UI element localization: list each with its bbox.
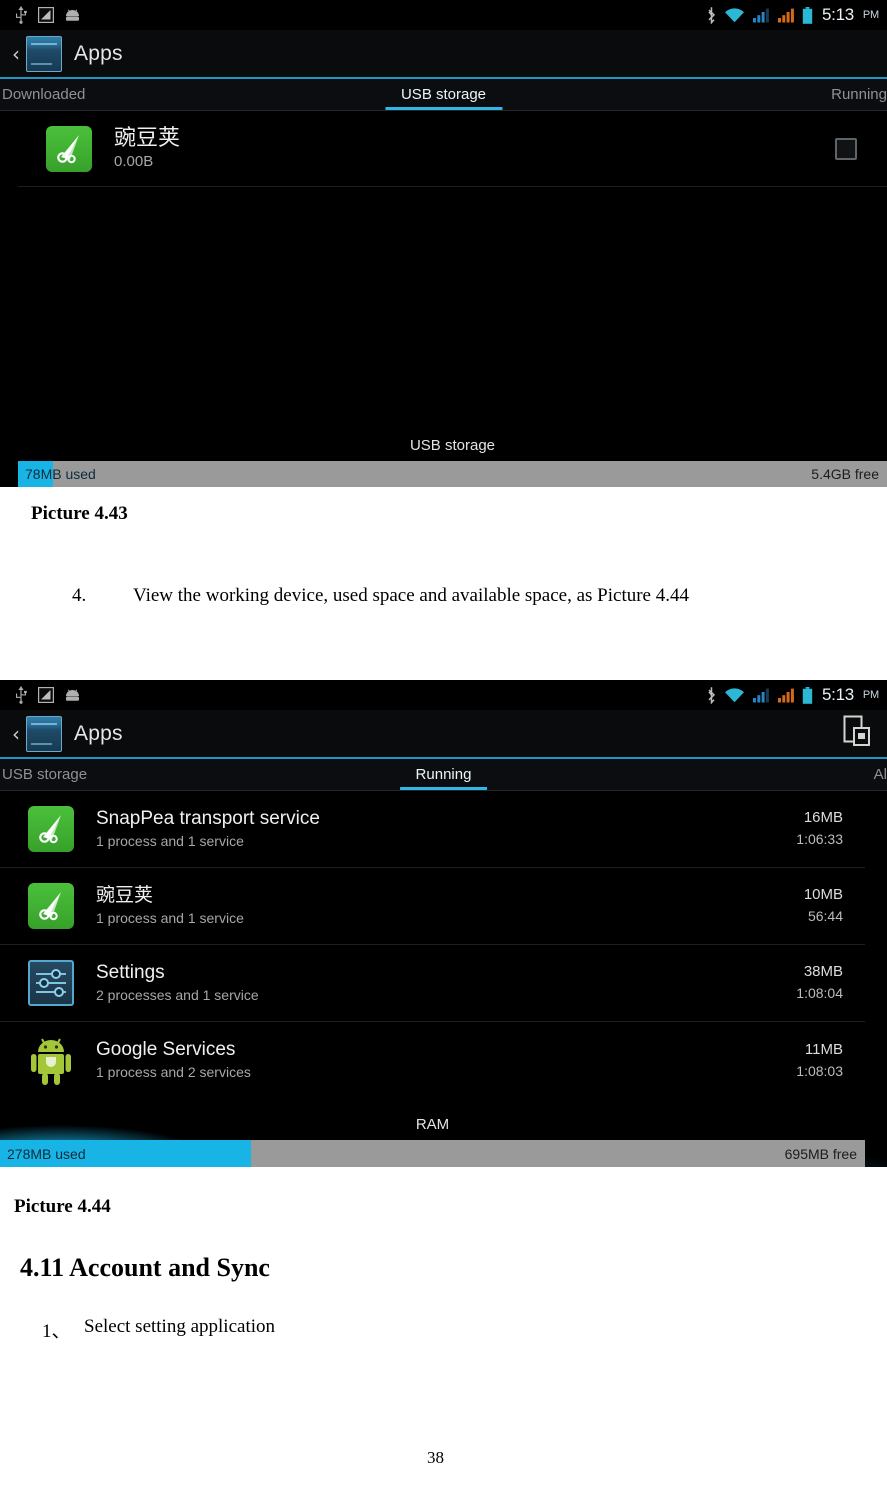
list-item[interactable]: SnapPea transport service 1 process and …	[0, 791, 865, 868]
list-item-title: Google Services	[96, 1039, 236, 1061]
list-item-runtime: 1:08:03	[796, 1062, 843, 1079]
back-icon[interactable]: ‹	[6, 44, 26, 64]
android-icon	[28, 1035, 74, 1087]
tab-all[interactable]: Al	[874, 759, 887, 790]
tab-downloaded[interactable]: Downloaded	[2, 79, 85, 110]
bluetooth-icon	[708, 687, 716, 704]
tab-bar: USB storage Running Al	[0, 759, 887, 791]
step-4-text: View the working device, used space and …	[133, 585, 689, 606]
running-list: SnapPea transport service 1 process and …	[0, 791, 865, 1099]
list-item-runtime: 1:06:33	[796, 831, 843, 848]
snappea-icon	[28, 806, 74, 852]
screenshot-icon	[38, 7, 54, 23]
figure1-caption: Picture 4.43	[31, 503, 128, 524]
section-item-1-number: 1、	[42, 1321, 71, 1342]
status-bar-right-icons: 5:13 PM	[706, 5, 887, 25]
list-item-title: 豌豆荚	[96, 884, 154, 906]
status-bar-clock: 5:13	[822, 685, 854, 704]
step-4-number: 4.	[72, 585, 87, 606]
list-item-memory: 38MB	[803, 963, 843, 981]
signal-icon-2	[778, 688, 794, 703]
snappea-icon	[46, 125, 92, 172]
wifi-icon	[725, 688, 744, 703]
ram-meter-bar: 278MB used 695MB free	[0, 1140, 865, 1167]
ram-meter-label: RAM	[415, 1116, 450, 1133]
tab-running[interactable]: Running	[831, 79, 887, 110]
list-item-memory: 11MB	[804, 1040, 843, 1058]
list-item-checkbox[interactable]	[835, 137, 857, 160]
show-cached-processes-icon[interactable]	[841, 715, 871, 752]
list-item-subtitle: 2 processes and 1 service	[96, 986, 259, 1003]
list-item-runtime: 1:08:04	[796, 985, 843, 1002]
android-icon	[66, 689, 79, 701]
battery-icon	[802, 6, 813, 24]
list-item[interactable]: 豌豆荚 1 process and 1 service 10MB 56:44	[0, 868, 865, 945]
list-item-title: Settings	[96, 961, 165, 983]
ram-meter-used-label: 278MB used	[7, 1145, 86, 1162]
ram-meter-free-label: 695MB free	[784, 1145, 857, 1162]
app-list: 豌豆荚 0.00B	[18, 111, 887, 187]
action-bar: ‹ Apps	[0, 30, 887, 79]
storage-meter-used-label: 78MB used	[25, 466, 96, 482]
list-item-subtitle: 1 process and 1 service	[96, 909, 244, 926]
status-bar: 5:13 PM	[0, 0, 887, 30]
back-icon[interactable]: ‹	[6, 724, 26, 744]
tab-usb-storage[interactable]: USB storage	[384, 79, 503, 110]
storage-meter-label: USB storage	[409, 437, 496, 454]
list-item[interactable]: Google Services 1 process and 2 services…	[0, 1022, 865, 1099]
usb-icon	[16, 6, 27, 24]
list-item-subtitle: 1 process and 2 services	[96, 1064, 251, 1081]
android-icon	[66, 9, 79, 21]
battery-icon	[802, 686, 813, 704]
snappea-icon	[28, 883, 74, 929]
list-item[interactable]: Settings 2 processes and 1 service 38MB …	[0, 945, 865, 1022]
screenshot-running-apps: 5:13 PM ‹ Apps USB storage Running Al Sn…	[0, 680, 887, 1167]
list-item-memory: 10MB	[803, 886, 843, 904]
settings-icon	[28, 960, 74, 1006]
list-item-subtitle: 0.00B	[114, 153, 154, 171]
list-item-memory: 16MB	[803, 809, 843, 827]
status-bar-ampm: PM	[862, 9, 879, 21]
status-bar-ampm: PM	[862, 689, 879, 701]
settings-app-icon	[26, 35, 62, 72]
usb-icon	[16, 686, 27, 704]
status-bar-clock: 5:13	[822, 5, 854, 24]
signal-icon-2	[778, 8, 794, 23]
screenshot-icon	[38, 687, 54, 703]
storage-meter-free-label: 5.4GB free	[811, 466, 879, 482]
list-item-title: 豌豆荚	[114, 124, 181, 150]
screenshot-usb-storage: 5:13 PM ‹ Apps Downloaded USB storage Ru…	[0, 0, 887, 487]
action-bar: ‹ Apps	[0, 710, 887, 759]
page-number: 38	[427, 1448, 444, 1467]
status-bar-right-icons: 5:13 PM	[706, 685, 887, 705]
list-item-runtime: 56:44	[807, 908, 843, 925]
signal-icon-1	[753, 688, 769, 703]
page-title: Apps	[74, 41, 123, 65]
ram-meter: RAM 278MB used 695MB free	[0, 1113, 887, 1167]
list-item-title: SnapPea transport service	[96, 807, 320, 829]
section-item-1-text: Select setting application	[84, 1316, 276, 1337]
status-bar-left-icons	[0, 6, 81, 24]
settings-app-icon	[26, 715, 62, 752]
list-item-subtitle: 1 process and 1 service	[96, 832, 244, 849]
tab-usb-storage[interactable]: USB storage	[2, 759, 87, 790]
bluetooth-icon	[708, 7, 716, 24]
storage-meter: USB storage 78MB used 5.4GB free	[18, 438, 887, 487]
list-item[interactable]: 豌豆荚 0.00B	[18, 111, 887, 187]
page-title: Apps	[74, 721, 123, 745]
tab-bar: Downloaded USB storage Running	[0, 79, 887, 111]
section-heading: 4.11 Account and Sync	[20, 1253, 270, 1282]
storage-meter-bar: 78MB used 5.4GB free	[18, 461, 887, 487]
signal-icon-1	[753, 8, 769, 23]
status-bar: 5:13 PM	[0, 680, 887, 710]
wifi-icon	[725, 8, 744, 23]
tab-running[interactable]: Running	[399, 759, 488, 790]
status-bar-left-icons	[0, 686, 81, 704]
figure2-caption: Picture 4.44	[14, 1196, 111, 1217]
